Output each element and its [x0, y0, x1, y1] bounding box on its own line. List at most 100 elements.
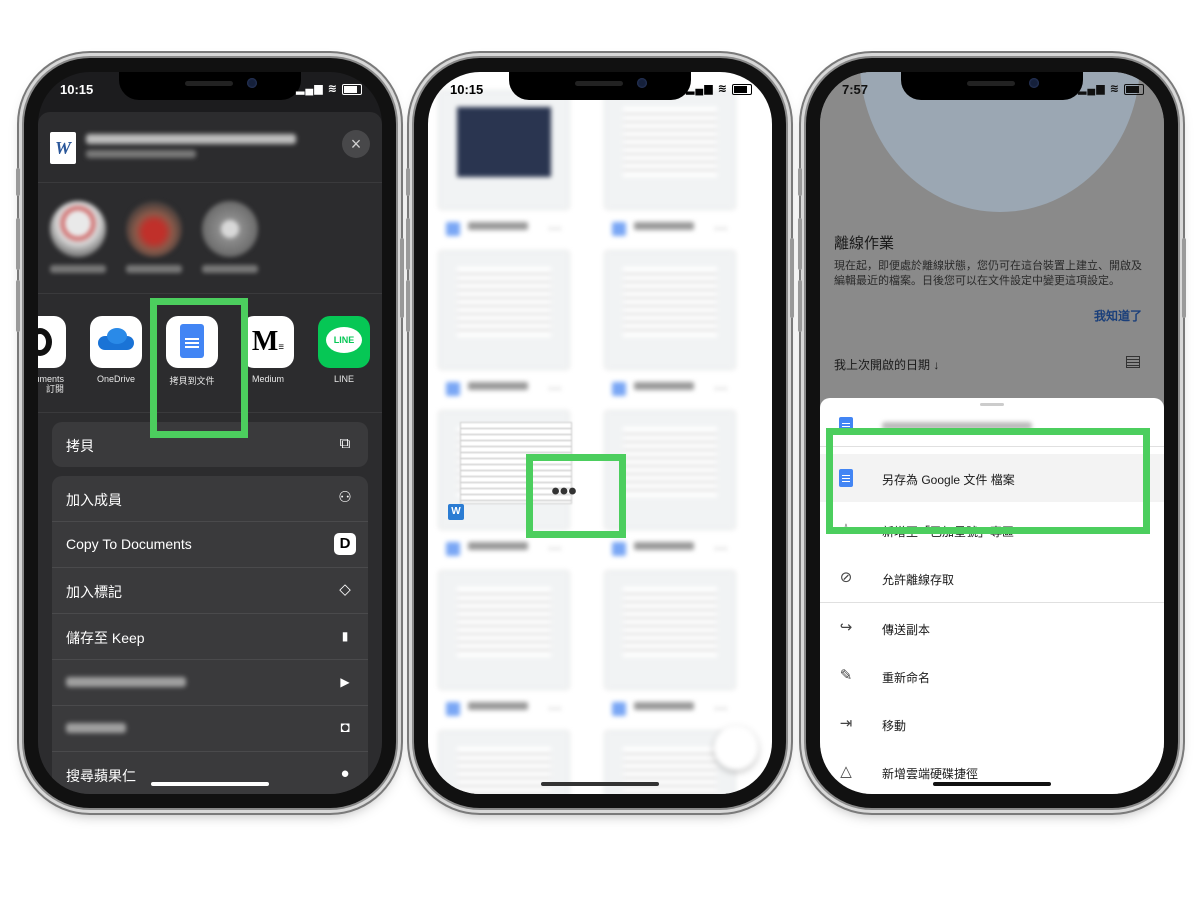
app-label: OneDrive	[96, 374, 135, 384]
contact-name-redacted	[50, 265, 106, 273]
action-label: 搜尋蘋果仁	[66, 768, 136, 784]
offline-title: 離線作業	[834, 235, 895, 252]
phone-docs-grid: 10:15 ▂▄▆ ≋ ⋯ ⋯ ⋯ ⋯ ⋯ ⋯ ⋯ ⋯ W •••	[406, 58, 794, 808]
menu-label: 傳送副本	[882, 623, 931, 637]
bookmark-icon: ▮	[341, 629, 349, 643]
app-label: LINE	[333, 374, 354, 384]
menu-label: 允許離線存取	[882, 573, 955, 587]
close-button[interactable]: ×	[342, 130, 370, 158]
list-view-icon[interactable]	[1126, 356, 1140, 368]
volume-up-button	[16, 218, 20, 270]
status-icons: ▂▄▆ ≋	[296, 82, 362, 95]
share-arrow-icon: ↪	[839, 619, 853, 636]
app-label: uments 訂閱	[38, 374, 64, 394]
action-label: 拷貝	[66, 438, 94, 454]
play-icon: ▶	[340, 675, 350, 689]
drive-shortcut-icon: △	[840, 763, 852, 780]
word-file-icon: W	[50, 132, 76, 164]
battery-icon	[342, 83, 362, 95]
mute-switch	[16, 168, 20, 196]
got-it-button[interactable]: 我知道了	[1094, 307, 1142, 324]
home-indicator	[151, 782, 269, 786]
menu-rename[interactable]: ✎ 重新命名	[820, 652, 1164, 700]
highlight-more-options	[526, 454, 626, 538]
power-button	[790, 238, 794, 318]
action-add-people[interactable]: 加入成員 ⚇	[52, 476, 368, 522]
menu-send-copy[interactable]: ↪ 傳送副本	[820, 604, 1164, 652]
status-bar: 10:15 ▂▄▆ ≋	[428, 78, 772, 100]
screen: 10:15 ▂▄▆ ≋ ⋯ ⋯ ⋯ ⋯ ⋯ ⋯ ⋯ ⋯ W •••	[428, 72, 772, 794]
sort-button[interactable]: 我上次開啟的日期 ↓	[834, 356, 939, 373]
line-logo-text: LINE	[326, 327, 362, 353]
contact-name-redacted	[202, 265, 258, 273]
menu-available-offline[interactable]: ⊘ 允許離線存取	[820, 554, 1164, 603]
volume-down-button	[406, 280, 410, 332]
airdrop-people-row	[38, 183, 382, 294]
file-card[interactable]: ⋯	[438, 90, 570, 250]
highlight-save-as-google-doc	[826, 428, 1150, 534]
new-file-fab[interactable]	[714, 726, 758, 770]
menu-add-shortcut[interactable]: △ 新增雲端硬碟捷徑	[820, 748, 1164, 794]
status-time: 10:15	[60, 82, 94, 97]
screen: 10:15 ▂▄▆ ≋ W × ments 訂閱 OneDrive 拷貝到文件 …	[38, 72, 382, 794]
offline-banner: 離線作業 現在起，即便處於離線狀態，您仍可在這台裝置上建立、開啟及編輯最近的檔案…	[834, 232, 1150, 289]
offline-description: 現在起，即便處於離線狀態，您仍可在這台裝置上建立、開啟及編輯最近的檔案。日後您可…	[834, 260, 1142, 287]
action-label: 加入標記	[66, 584, 122, 600]
apple-icon: ●	[340, 765, 350, 782]
action-add-tag[interactable]: 加入標記 ◇	[52, 568, 368, 614]
action-label-redacted	[66, 674, 186, 690]
action-copy-to-documents[interactable]: Copy To Documents D	[52, 522, 368, 568]
word-file-icon: W	[448, 504, 464, 520]
add-people-icon: ⚇	[338, 489, 352, 506]
copy-icon: ⧉	[339, 435, 351, 452]
volume-down-button	[798, 280, 802, 332]
highlight-copy-to-docs	[150, 298, 248, 438]
phone-docs-menu: 7:57 ▂▄▆ ≋ 離線作業 現在起，即便處於離線狀態，您仍可在這台裝置上建立…	[798, 58, 1186, 808]
volume-down-button	[16, 280, 20, 332]
action-search-appleboy[interactable]: 搜尋蘋果仁 ●	[52, 752, 368, 794]
action-label: Copy To Documents	[66, 536, 192, 552]
action-label: 儲存至 Keep	[66, 630, 145, 646]
contact-avatar[interactable]	[202, 201, 258, 257]
file-meta-redacted	[86, 150, 196, 158]
menu-label: 重新命名	[882, 671, 931, 685]
home-indicator	[541, 782, 659, 786]
status-icons: ▂▄▆ ≋	[1078, 82, 1144, 95]
power-button	[1182, 238, 1186, 318]
pencil-icon: ✎	[839, 667, 853, 684]
mute-switch	[406, 168, 410, 196]
mute-switch	[798, 168, 802, 196]
menu-label: 新增雲端硬碟捷徑	[882, 767, 979, 781]
documents-icon	[38, 316, 66, 368]
status-icons: ▂▄▆ ≋	[686, 82, 752, 95]
home-indicator	[933, 782, 1051, 786]
battery-icon	[732, 83, 752, 95]
volume-up-button	[406, 218, 410, 270]
documents-d-icon: D	[334, 533, 356, 555]
file-card[interactable]: ⋯	[604, 570, 736, 730]
screen: 7:57 ▂▄▆ ≋ 離線作業 現在起，即便處於離線狀態，您仍可在這台裝置上建立…	[820, 72, 1164, 794]
file-card[interactable]: ⋯	[604, 250, 736, 410]
status-bar: 7:57 ▂▄▆ ≋	[820, 78, 1164, 100]
actions-group: 加入成員 ⚇ Copy To Documents D 加入標記 ◇ 儲存至 Ke…	[52, 476, 368, 794]
contact-avatar[interactable]	[50, 201, 106, 257]
menu-move[interactable]: ⇥ 移動	[820, 700, 1164, 748]
share-sheet: W × uments 訂閱	[38, 112, 382, 794]
app-line[interactable]: LINE LINE	[312, 316, 376, 384]
app-onedrive[interactable]: OneDrive	[84, 316, 148, 384]
line-logo-icon: LINE	[318, 316, 370, 368]
action-redacted-youtube[interactable]: ▶	[52, 660, 368, 706]
file-card[interactable]: ⋯	[438, 570, 570, 730]
action-save-to-keep[interactable]: 儲存至 Keep ▮	[52, 614, 368, 660]
app-documents-readdle[interactable]: uments 訂閱	[38, 316, 72, 394]
contact-avatar[interactable]	[126, 201, 182, 257]
file-card[interactable]: ⋯	[438, 250, 570, 410]
file-card[interactable]: ⋯	[604, 90, 736, 250]
battery-icon	[1124, 83, 1144, 95]
offline-check-icon: ⊘	[839, 569, 853, 586]
status-time: 7:57	[842, 82, 869, 97]
menu-label: 移動	[882, 719, 907, 733]
action-redacted[interactable]: ◘	[52, 706, 368, 752]
volume-up-button	[798, 218, 802, 270]
action-label: 加入成員	[66, 492, 122, 508]
